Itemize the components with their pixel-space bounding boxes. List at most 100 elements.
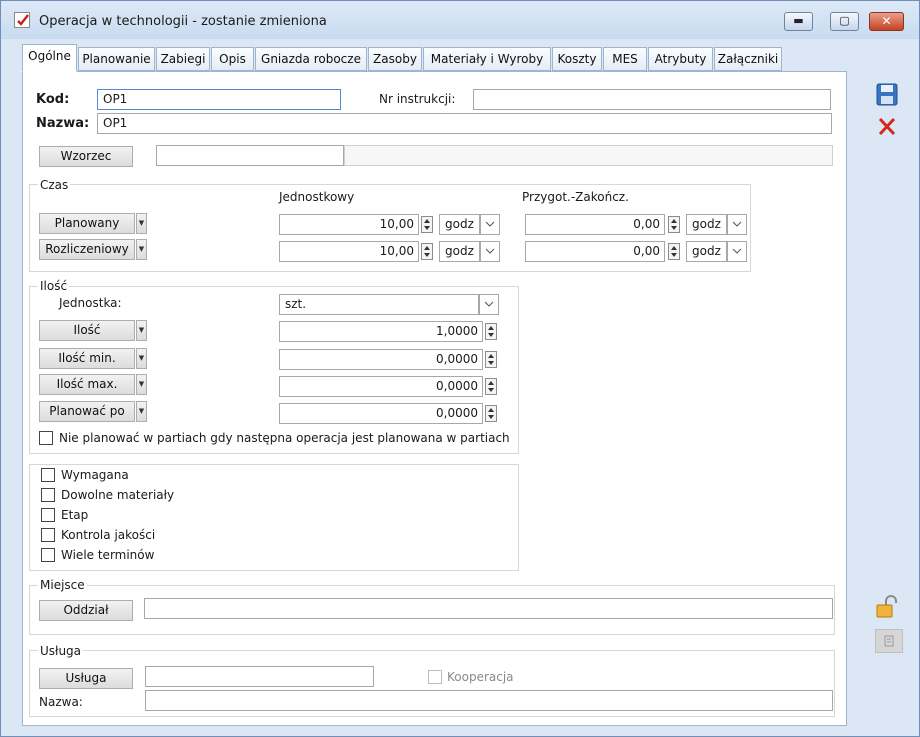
maximize-button[interactable]: ▢: [830, 12, 859, 31]
tab-zalaczniki[interactable]: Załączniki: [714, 47, 782, 71]
checkmark-icon: [14, 12, 30, 28]
jednostka-label: Jednostka:: [59, 296, 122, 310]
ilosc-input[interactable]: 1,0000: [279, 321, 483, 342]
kod-input[interactable]: OP1: [97, 89, 341, 110]
nazwa-label: Nazwa:: [36, 116, 90, 131]
etap-label: Etap: [61, 508, 89, 522]
ilosc-max-spinner[interactable]: [485, 378, 497, 395]
ilosc-legend: Ilość: [38, 279, 70, 293]
general-tab-panel: Kod: OP1 Nr instrukcji: Nazwa: OP1 Wzorz…: [22, 71, 847, 726]
tab-koszty[interactable]: Koszty: [552, 47, 602, 71]
usluga-nazwa-label: Nazwa:: [39, 695, 83, 709]
ilosc-min-input[interactable]: 0,0000: [279, 349, 483, 370]
dialog-window: Operacja w technologii - zostanie zmieni…: [0, 0, 920, 737]
planowac-po-dropdown[interactable]: ▼: [136, 401, 147, 422]
tab-ogolne[interactable]: Ogólne: [22, 44, 77, 72]
ilosc-max-dropdown[interactable]: ▼: [136, 374, 147, 395]
usluga-button[interactable]: Usługa: [39, 668, 133, 689]
planowany-dropdown[interactable]: ▼: [136, 213, 147, 234]
rozliczeniowy-przygot-spinner[interactable]: [668, 243, 680, 260]
dowolne-materialy-checkbox[interactable]: [41, 488, 55, 502]
chevron-down-icon[interactable]: [727, 241, 747, 262]
tool-button[interactable]: [875, 629, 903, 653]
rozliczeniowy-dropdown[interactable]: ▼: [136, 239, 147, 260]
close-icon: ✕: [881, 14, 892, 28]
tab-gniazda-robocze[interactable]: Gniazda robocze: [255, 47, 367, 71]
rozliczeniowy-jednostkowy-spinner[interactable]: [421, 243, 433, 260]
rozliczeniowy-jednostkowy-input[interactable]: 10,00: [279, 241, 419, 262]
rozliczeniowy-button[interactable]: Rozliczeniowy: [39, 239, 135, 260]
minimize-button[interactable]: ▬: [784, 12, 813, 31]
tab-zasoby[interactable]: Zasoby: [368, 47, 422, 71]
rozliczeniowy-przygot-unit[interactable]: godz: [686, 241, 727, 262]
oddzial-input[interactable]: [144, 598, 833, 619]
tab-zabiegi[interactable]: Zabiegi: [156, 47, 210, 71]
planowany-jednostkowy-unit[interactable]: godz: [439, 214, 480, 235]
planowany-przygot-spinner[interactable]: [668, 216, 680, 233]
nie-planowac-checkbox[interactable]: [39, 431, 53, 445]
usluga-input[interactable]: [145, 666, 374, 687]
planowac-po-input[interactable]: 0,0000: [279, 403, 483, 424]
kontrola-jakosci-checkbox[interactable]: [41, 528, 55, 542]
planowany-jednostkowy-spinner[interactable]: [421, 216, 433, 233]
usluga-legend: Usługa: [38, 644, 84, 658]
tab-atrybuty[interactable]: Atrybuty: [648, 47, 713, 71]
ilosc-max-button[interactable]: Ilość max.: [39, 374, 135, 395]
planowany-button[interactable]: Planowany: [39, 213, 135, 234]
ilosc-button[interactable]: Ilość: [39, 320, 135, 341]
kooperacja-label: Kooperacja: [447, 670, 514, 684]
nr-instrukcji-input[interactable]: [473, 89, 831, 110]
cancel-button[interactable]: [873, 114, 901, 140]
wiele-terminow-label: Wiele terminów: [61, 548, 155, 562]
wzorzec-button[interactable]: Wzorzec: [39, 146, 133, 167]
planowac-po-button[interactable]: Planować po: [39, 401, 135, 422]
nazwa-input[interactable]: OP1: [97, 113, 832, 134]
planowac-po-spinner[interactable]: [485, 405, 497, 422]
rozliczeniowy-jednostkowy-unit[interactable]: godz: [439, 241, 480, 262]
close-icon: [878, 117, 896, 136]
etap-checkbox[interactable]: [41, 508, 55, 522]
usluga-nazwa-input[interactable]: [145, 690, 833, 711]
ilosc-spinner[interactable]: [485, 323, 497, 340]
window-title: Operacja w technologii - zostanie zmieni…: [39, 14, 327, 29]
maximize-icon: ▢: [839, 14, 850, 27]
planowany-jednostkowy-input[interactable]: 10,00: [279, 214, 419, 235]
planowany-przygot-unit[interactable]: godz: [686, 214, 727, 235]
tab-mes[interactable]: MES: [603, 47, 647, 71]
czas-legend: Czas: [38, 178, 71, 192]
oddzial-button[interactable]: Oddział: [39, 600, 133, 621]
kod-label: Kod:: [36, 92, 70, 107]
wiele-terminow-checkbox[interactable]: [41, 548, 55, 562]
ilosc-min-dropdown[interactable]: ▼: [136, 348, 147, 369]
nie-planowac-label: Nie planować w partiach gdy następna ope…: [59, 431, 510, 445]
planowany-przygot-input[interactable]: 0,00: [525, 214, 665, 235]
wymagana-checkbox[interactable]: [41, 468, 55, 482]
chevron-down-icon[interactable]: [479, 294, 499, 315]
chevron-down-icon[interactable]: [480, 241, 500, 262]
ilosc-max-input[interactable]: 0,0000: [279, 376, 483, 397]
chevron-down-icon[interactable]: [727, 214, 747, 235]
ilosc-min-spinner[interactable]: [485, 351, 497, 368]
minimize-icon: ▬: [793, 14, 804, 27]
title-bar: Operacja w technologii - zostanie zmieni…: [1, 1, 919, 39]
kontrola-jakosci-label: Kontrola jakości: [61, 528, 156, 542]
padlock-icon: [876, 595, 897, 618]
ilosc-dropdown[interactable]: ▼: [136, 320, 147, 341]
ilosc-min-button[interactable]: Ilość min.: [39, 348, 135, 369]
close-button[interactable]: ✕: [869, 12, 904, 31]
save-button[interactable]: [873, 82, 901, 108]
tab-materialy-i-wyroby[interactable]: Materiały i Wyroby: [423, 47, 551, 71]
kooperacja-checkbox[interactable]: [428, 670, 442, 684]
wzorzec-description: [344, 145, 833, 166]
chevron-down-icon[interactable]: [480, 214, 500, 235]
wymagana-label: Wymagana: [61, 468, 129, 482]
attachment-icon: [884, 635, 894, 647]
tab-planowanie[interactable]: Planowanie: [78, 47, 155, 71]
jednostka-select[interactable]: szt.: [279, 294, 479, 315]
rozliczeniowy-przygot-input[interactable]: 0,00: [525, 241, 665, 262]
wzorzec-input[interactable]: [156, 145, 344, 166]
miejsce-legend: Miejsce: [38, 578, 87, 592]
przygot-zakoncz-header: Przygot.-Zakończ.: [522, 190, 629, 204]
unlock-button[interactable]: [873, 594, 901, 620]
tab-opis[interactable]: Opis: [211, 47, 254, 71]
